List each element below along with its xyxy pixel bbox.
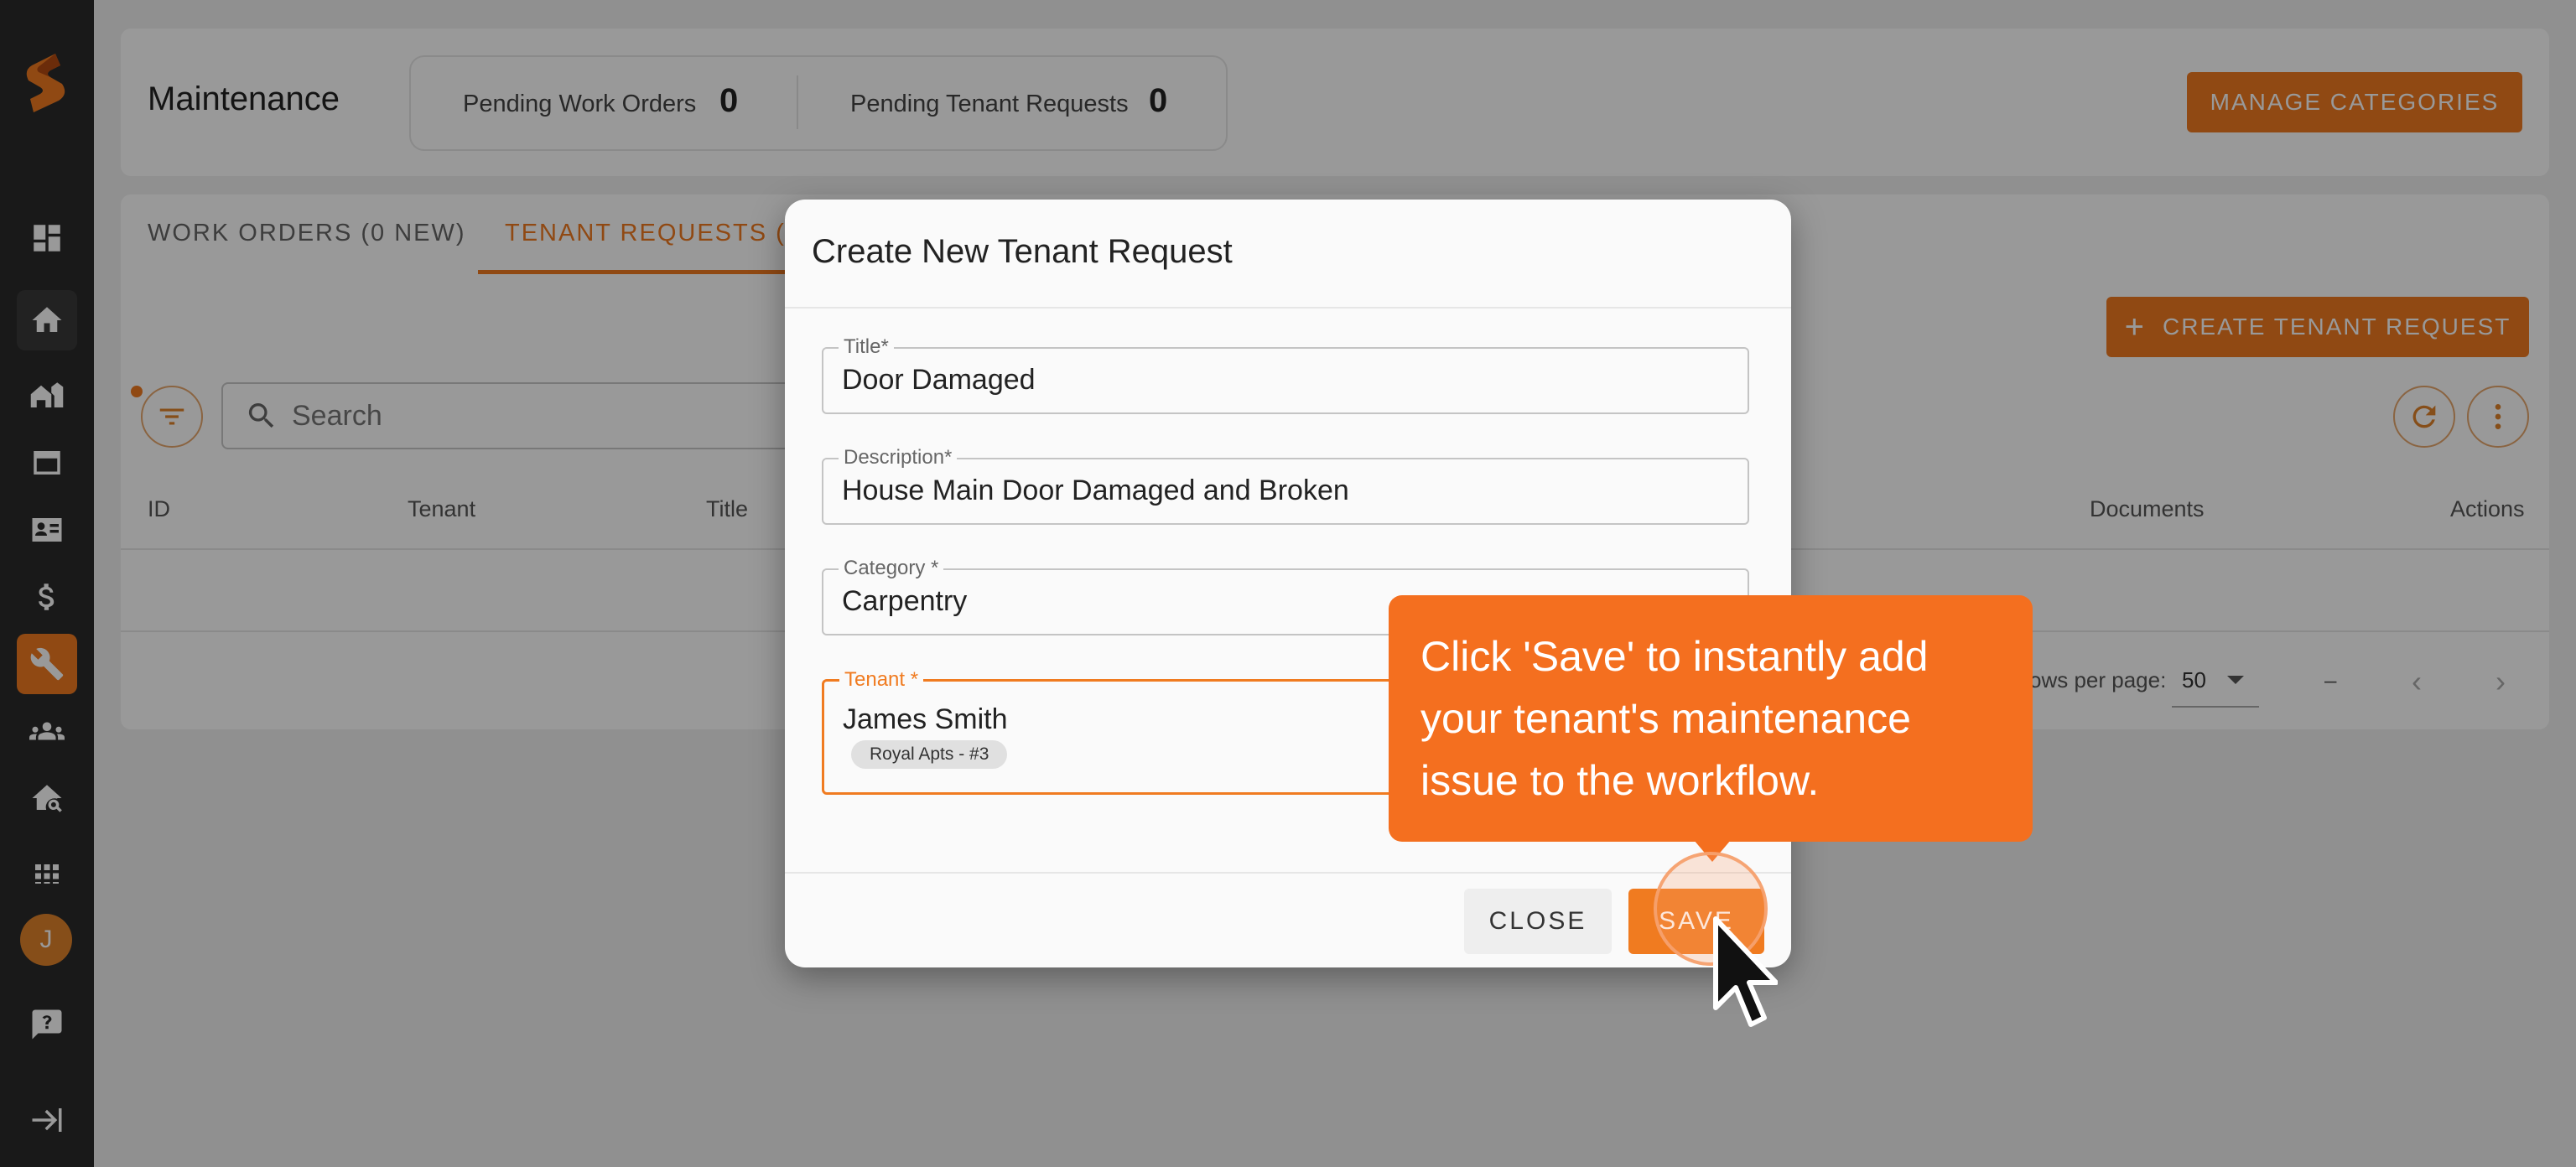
- description-field[interactable]: Description* House Main Door Damaged and…: [822, 446, 1749, 525]
- tenant-field-label: Tenant *: [839, 668, 924, 692]
- mouse-cursor-icon: [1713, 916, 1778, 1027]
- title-field[interactable]: Title* Door Damaged: [822, 335, 1749, 414]
- tenant-field-value: James Smith: [843, 703, 1008, 735]
- tooltip-text: Click 'Save' to instantly add your tenan…: [1420, 633, 1929, 804]
- unit-chip: Royal Apts - #3: [851, 740, 1008, 769]
- category-field-value: Carpentry: [842, 585, 968, 617]
- description-field-value: House Main Door Damaged and Broken: [842, 475, 1349, 506]
- title-field-value: Door Damaged: [842, 364, 1036, 396]
- create-tenant-request-dialog: Create New Tenant Request Title* Door Da…: [785, 200, 1791, 967]
- dialog-footer-divider: [785, 872, 1791, 874]
- dialog-title: Create New Tenant Request: [812, 233, 1233, 270]
- dialog-header-divider: [785, 307, 1791, 309]
- walkthrough-tooltip: Click 'Save' to instantly add your tenan…: [1389, 595, 2033, 842]
- close-button[interactable]: CLOSE: [1464, 889, 1612, 954]
- description-field-label: Description*: [839, 446, 958, 469]
- category-field-label: Category *: [839, 557, 944, 580]
- title-field-label: Title*: [839, 335, 894, 359]
